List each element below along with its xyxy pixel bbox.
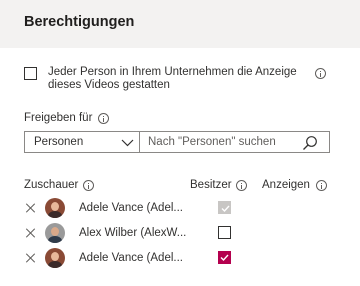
everyone-option-label-line2: dieses Videos gestatten bbox=[48, 79, 170, 91]
info-icon[interactable] bbox=[98, 113, 109, 124]
info-icon[interactable] bbox=[236, 180, 247, 191]
search-icon[interactable] bbox=[302, 135, 318, 151]
person-name: Alex Wilber (AlexW... bbox=[79, 227, 187, 239]
owner-checkbox[interactable] bbox=[218, 251, 231, 264]
people-search-box[interactable] bbox=[140, 131, 330, 153]
permissions-panel: Berechtigungen Jeder Person in Ihrem Unt… bbox=[0, 0, 360, 286]
owner-column-header: Besitzer bbox=[190, 179, 232, 191]
chevron-down-icon bbox=[121, 139, 134, 147]
avatar bbox=[45, 223, 65, 243]
panel-header: Berechtigungen bbox=[0, 0, 360, 48]
info-icon[interactable] bbox=[315, 68, 326, 79]
owner-checkbox[interactable] bbox=[218, 226, 231, 239]
remove-icon[interactable] bbox=[26, 203, 36, 213]
remove-icon[interactable] bbox=[26, 228, 36, 238]
avatar bbox=[45, 248, 65, 268]
page-title: Berechtigungen bbox=[24, 14, 135, 30]
info-icon[interactable] bbox=[316, 180, 327, 191]
remove-icon[interactable] bbox=[26, 253, 36, 263]
checkmark-icon bbox=[220, 254, 229, 262]
display-column-header: Anzeigen bbox=[262, 179, 310, 191]
everyone-checkbox[interactable] bbox=[24, 67, 37, 80]
person-name: Adele Vance (Adel... bbox=[79, 252, 183, 264]
dropdown-value: Personen bbox=[34, 136, 84, 148]
everyone-option-label-line1: Jeder Person in Ihrem Unternehmen die An… bbox=[48, 66, 297, 78]
share-for-label: Freigeben für bbox=[24, 112, 93, 124]
share-type-dropdown[interactable]: Personen bbox=[24, 131, 140, 153]
person-name: Adele Vance (Adel... bbox=[79, 202, 183, 214]
people-search-input[interactable] bbox=[148, 134, 298, 150]
checkmark-icon bbox=[221, 205, 230, 213]
avatar bbox=[45, 198, 65, 218]
owner-checkbox bbox=[218, 201, 231, 214]
info-icon[interactable] bbox=[83, 180, 94, 191]
viewers-column-header: Zuschauer bbox=[24, 179, 79, 191]
